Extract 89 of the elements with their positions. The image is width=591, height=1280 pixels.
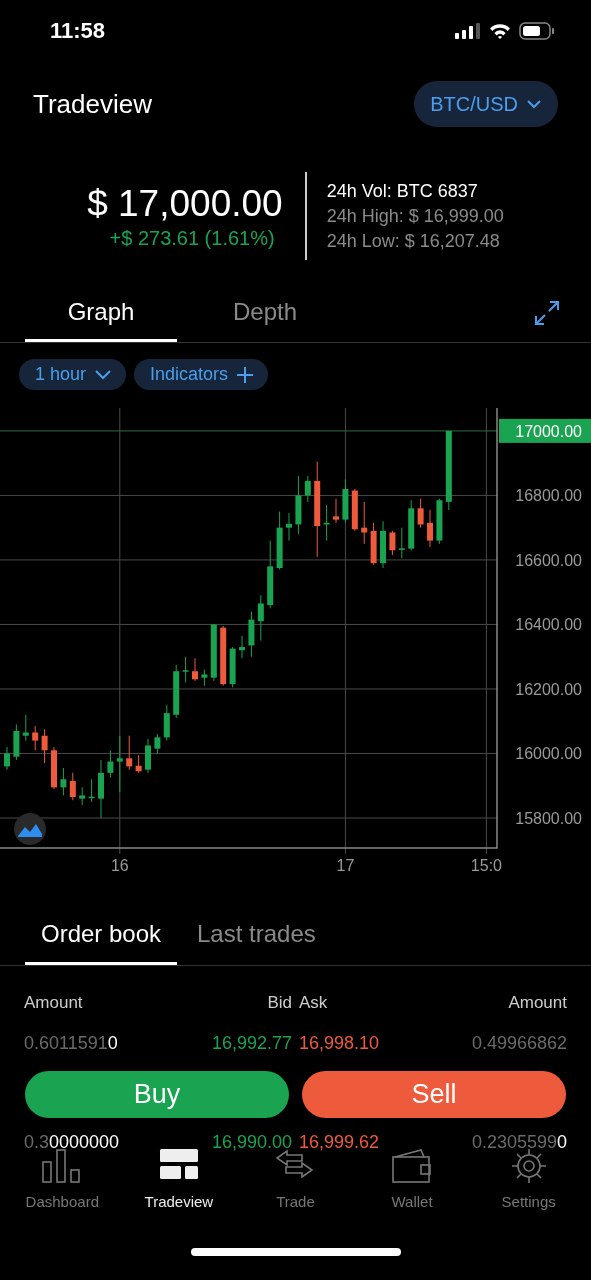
candle bbox=[22, 714, 29, 742]
candle bbox=[41, 728, 48, 764]
current-price: $ 17,000.00 bbox=[87, 182, 283, 225]
candle bbox=[351, 488, 358, 532]
candle bbox=[192, 657, 198, 682]
candle bbox=[145, 738, 151, 774]
ask-cell-text: 16,998.10 bbox=[299, 1033, 381, 1055]
mountain-icon[interactable] bbox=[14, 813, 46, 845]
axis-label: 16 bbox=[110, 857, 129, 874]
order-tab[interactable]: Order book bbox=[25, 915, 177, 965]
high-stat: 24h High: $ 16,999.00 bbox=[326, 205, 504, 227]
wallet-icon bbox=[391, 1148, 434, 1184]
volume-stat: 24h Vol: BTC 6837 bbox=[326, 180, 479, 202]
chart-control[interactable]: 1 hour bbox=[19, 359, 127, 390]
candle bbox=[79, 786, 86, 806]
candle bbox=[154, 733, 161, 754]
axis-label: 16000.00 bbox=[515, 745, 582, 763]
column-header: Bid bbox=[266, 993, 292, 1014]
plus-icon bbox=[236, 365, 255, 384]
candle bbox=[333, 498, 339, 524]
candle bbox=[389, 530, 396, 556]
candle bbox=[380, 520, 386, 569]
axis-label: 16800.00 bbox=[515, 487, 582, 505]
amount-cell-text: 0.49966862 bbox=[470, 1033, 567, 1055]
candle bbox=[88, 778, 95, 803]
candle bbox=[304, 475, 311, 503]
candle bbox=[267, 540, 274, 609]
status-time: 11:58 bbox=[50, 18, 106, 44]
candle bbox=[323, 504, 330, 542]
candle bbox=[295, 475, 302, 535]
column-header: Amount bbox=[24, 993, 84, 1014]
candle bbox=[370, 522, 377, 566]
candle bbox=[51, 746, 57, 790]
signal-icon bbox=[455, 23, 481, 39]
candle bbox=[210, 623, 217, 682]
axis-label: 15:0 bbox=[470, 857, 502, 874]
axis-label: 17 bbox=[336, 857, 355, 874]
expand-icon[interactable] bbox=[533, 299, 561, 327]
candle bbox=[126, 735, 133, 771]
price-tag: 17000.00 bbox=[499, 418, 591, 443]
chart-tab[interactable]: Graph bbox=[25, 294, 177, 342]
order-tab[interactable]: Last trades bbox=[187, 915, 326, 965]
axis-label: 16600.00 bbox=[515, 551, 582, 569]
candle bbox=[182, 656, 189, 683]
candle bbox=[135, 754, 142, 774]
buy-button[interactable]: Buy bbox=[25, 1071, 289, 1118]
page-title: Tradeview bbox=[33, 88, 152, 120]
low-stat: 24h Low: $ 16,207.48 bbox=[326, 230, 501, 252]
candle bbox=[98, 759, 104, 819]
candle bbox=[201, 669, 208, 687]
chevron-down-icon bbox=[94, 369, 113, 380]
candle bbox=[427, 509, 433, 548]
candle bbox=[398, 527, 405, 559]
candle bbox=[361, 501, 368, 545]
column-header: Ask bbox=[299, 993, 329, 1014]
candle bbox=[248, 611, 255, 658]
candle bbox=[69, 772, 76, 801]
axis-label: 16400.00 bbox=[515, 616, 582, 634]
candle bbox=[417, 498, 424, 529]
candle bbox=[436, 498, 443, 545]
chart-tab[interactable]: Depth bbox=[202, 294, 328, 342]
candle bbox=[13, 723, 20, 761]
candle bbox=[286, 512, 292, 542]
chevron-down-icon bbox=[526, 99, 542, 109]
candle bbox=[239, 635, 245, 659]
axis-label: 16200.00 bbox=[515, 680, 582, 698]
chart-control[interactable]: Indicators bbox=[134, 359, 269, 390]
candle bbox=[342, 478, 349, 524]
price-change: +$ 273.61 (1.61%) bbox=[109, 226, 275, 250]
bid-cell-text: 16,992.77 bbox=[210, 1033, 292, 1055]
candle bbox=[107, 749, 114, 779]
candle bbox=[32, 725, 39, 751]
candle bbox=[276, 511, 283, 571]
battery-icon bbox=[519, 22, 555, 40]
candle bbox=[257, 594, 264, 642]
amount-cell-text: 0.60115910 bbox=[24, 1033, 119, 1055]
sell-button[interactable]: Sell bbox=[302, 1071, 566, 1118]
candle bbox=[163, 704, 170, 742]
pair-selector[interactable]: BTC/USD bbox=[414, 81, 558, 127]
candle bbox=[60, 767, 67, 796]
candle bbox=[408, 499, 415, 551]
candle bbox=[220, 625, 227, 687]
axis-label: 15800.00 bbox=[515, 810, 582, 827]
column-header: Amount bbox=[507, 993, 567, 1014]
candle bbox=[116, 735, 123, 793]
wifi-icon bbox=[489, 23, 511, 39]
candle bbox=[4, 746, 10, 771]
candle bbox=[229, 646, 236, 688]
candle bbox=[173, 664, 180, 719]
